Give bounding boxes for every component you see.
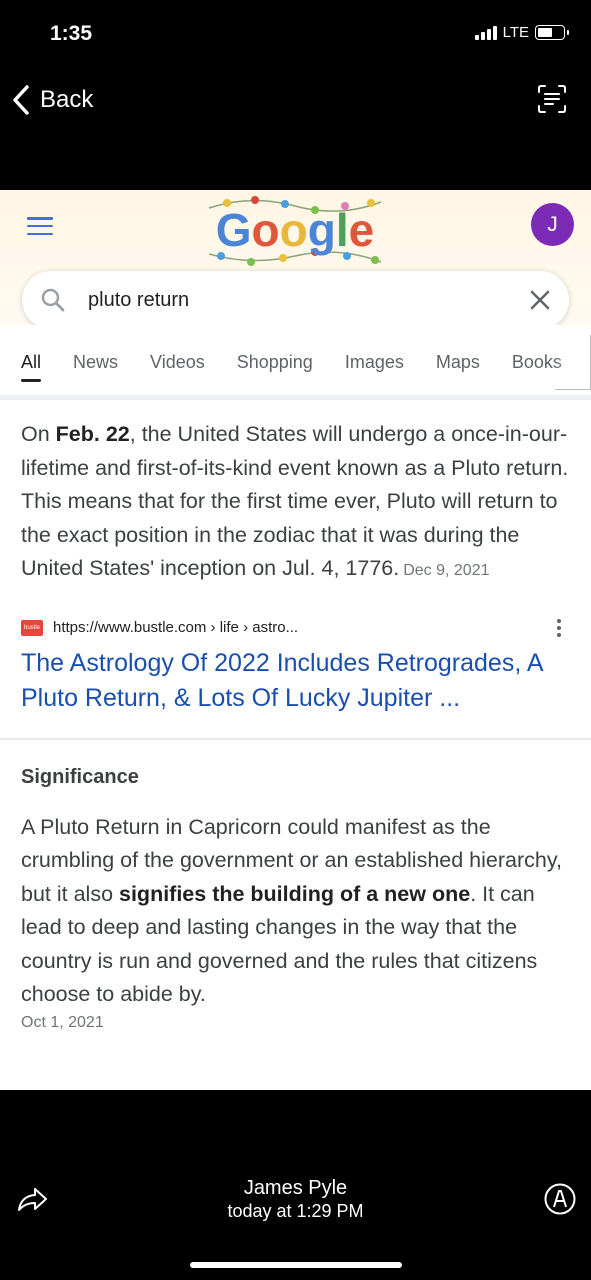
tabs-fade [555, 335, 591, 390]
status-time: 1:35 [50, 22, 93, 45]
featured-snippet: On Feb. 22, the United States will under… [0, 400, 591, 588]
status-bar: 1:35 LTE [0, 0, 591, 70]
search-icon [41, 288, 65, 312]
sender-time: today at 1:29 PM [227, 1201, 364, 1221]
tab-news[interactable]: News [73, 325, 118, 373]
signal-icon [474, 25, 497, 40]
result-source[interactable]: bustle https://www.bustle.com › life › a… [21, 616, 569, 640]
status-indicators: LTE [474, 24, 569, 41]
tab-maps[interactable]: Maps [436, 325, 480, 373]
markup-icon[interactable] [543, 1182, 577, 1216]
search-box[interactable]: pluto return [22, 271, 569, 329]
google-header: Google J pluto return [0, 190, 591, 329]
close-icon[interactable] [529, 289, 551, 311]
back-label: Back [40, 86, 94, 113]
back-button[interactable]: Back [10, 84, 93, 116]
home-indicator[interactable] [190, 1262, 402, 1268]
bustle-favicon: bustle [21, 619, 43, 636]
tab-all[interactable]: All [21, 325, 42, 382]
tab-images[interactable]: Images [345, 325, 404, 373]
battery-icon [535, 25, 569, 40]
snippet-date: Dec 9, 2021 [403, 562, 490, 579]
sender-name: James Pyle [243, 1177, 348, 1199]
section-heading[interactable]: Significance [21, 766, 570, 789]
network-label: LTE [502, 24, 529, 41]
search-tabs: All News Videos Shopping Images Maps Boo… [0, 325, 591, 395]
google-doodle[interactable]: Google [207, 194, 383, 268]
menu-icon[interactable] [27, 217, 53, 235]
section-text: A Pluto Return in Capricorn could manife… [21, 811, 569, 1012]
svg-text:Google: Google [216, 204, 374, 256]
avatar[interactable]: J [531, 203, 574, 246]
sender-info: James Pyle today at 1:29 PM [0, 1177, 591, 1222]
snippet-bold: Feb. 22 [55, 422, 130, 446]
section-bold: signifies the building of a new one [119, 881, 471, 906]
live-text-icon[interactable] [537, 84, 567, 114]
more-vert-icon[interactable] [549, 618, 569, 637]
result-title-link[interactable]: The Astrology Of 2022 Includes Retrograd… [21, 646, 569, 716]
result-url[interactable]: https://www.bustle.com › life › astro... [53, 619, 549, 636]
viewer-header: Back [0, 70, 591, 130]
search-input[interactable]: pluto return [88, 289, 529, 312]
viewer-footer: James Pyle today at 1:29 PM [0, 1090, 591, 1280]
tab-shopping[interactable]: Shopping [237, 325, 313, 373]
tab-videos[interactable]: Videos [150, 325, 205, 373]
section-date: Oct 1, 2021 [21, 1013, 104, 1031]
snippet-text: On [21, 422, 56, 446]
divider [0, 737, 591, 740]
screenshot-image: Google J pluto return All News Videos Sh… [0, 190, 591, 1090]
chevron-left-icon [13, 85, 29, 115]
